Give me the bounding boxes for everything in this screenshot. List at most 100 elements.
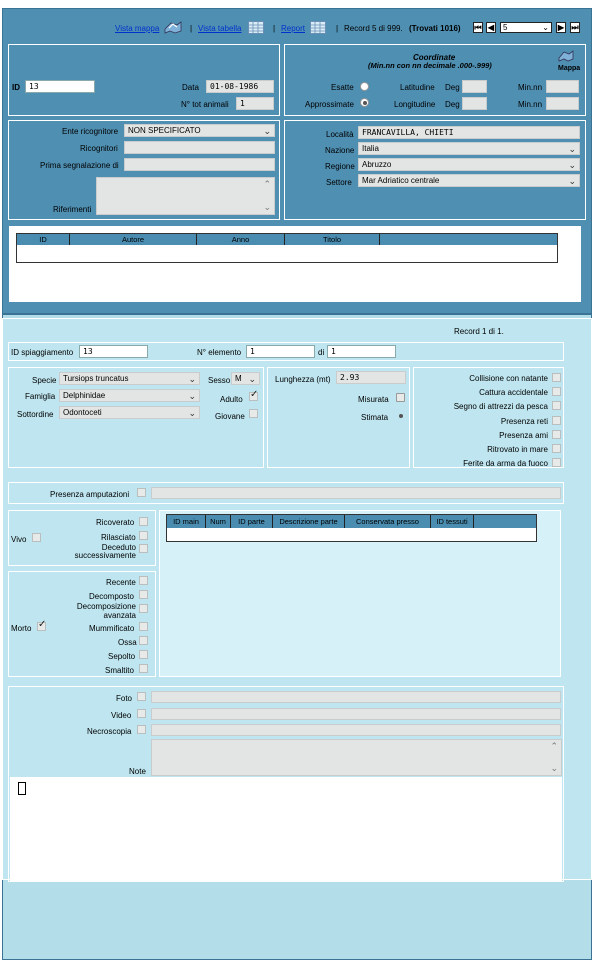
smaltito-checkbox[interactable] <box>139 664 148 673</box>
note-editor[interactable] <box>10 777 562 881</box>
cause-item-checkbox[interactable] <box>552 387 561 397</box>
decomposizione-avanzata-checkbox[interactable] <box>139 604 148 613</box>
latitudine-min-input[interactable] <box>546 80 579 93</box>
first-record-button[interactable]: ⏮ <box>473 22 483 33</box>
scroll-up-icon[interactable]: ⌃ <box>263 179 271 190</box>
cause-item-label: Ritrovato in mare <box>487 445 548 454</box>
ricoverato-checkbox[interactable] <box>139 517 148 526</box>
ricognitori-input[interactable] <box>124 141 275 154</box>
next-record-button[interactable]: ▶ <box>556 22 566 33</box>
scroll-down-icon[interactable]: ⌄ <box>263 202 271 213</box>
mummificato-checkbox[interactable] <box>139 622 148 631</box>
toolbar: Vista mappa | Vista tabella | Report | R… <box>0 18 598 38</box>
famiglia-select[interactable]: Delphinidae ⌄ <box>59 389 200 402</box>
table-icon[interactable] <box>248 21 264 34</box>
chevron-down-icon: ⌄ <box>568 176 576 186</box>
misurata-radio[interactable] <box>396 393 405 402</box>
regione-select[interactable]: Abruzzo ⌄ <box>358 158 580 171</box>
necroscopia-label: Necroscopia <box>87 727 132 736</box>
n-elemento-input[interactable]: 1 <box>246 345 315 358</box>
longitudine-min-input[interactable] <box>546 97 579 110</box>
specie-select[interactable]: Tursiops truncatus ⌄ <box>59 372 200 385</box>
lunghezza-input[interactable]: 2.93 <box>336 371 406 384</box>
necroscopia-input[interactable] <box>151 724 561 736</box>
id-input[interactable]: 13 <box>25 80 95 93</box>
mummificato-label: Mummificato <box>89 624 135 633</box>
ossa-checkbox[interactable] <box>139 636 148 645</box>
necroscopia-checkbox[interactable] <box>137 725 146 734</box>
esatte-radio[interactable] <box>360 82 369 91</box>
cause-item-checkbox[interactable] <box>552 429 561 439</box>
foto-input[interactable] <box>151 691 561 703</box>
riferimenti-textarea[interactable]: ⌃ ⌄ <box>96 177 275 215</box>
col-header-num[interactable]: Num <box>206 515 231 528</box>
data-input[interactable]: 01-08-1986 <box>206 80 274 93</box>
adulto-checkbox[interactable] <box>249 389 258 401</box>
ntot-animali-input[interactable]: 1 <box>236 97 274 110</box>
approssimate-label: Approssimate <box>305 100 354 109</box>
cause-item-label: Collisione con natante <box>469 374 548 383</box>
amputazioni-checkbox[interactable] <box>137 488 146 497</box>
di-input[interactable]: 1 <box>327 345 396 358</box>
cause-item-checkbox[interactable] <box>552 373 561 382</box>
col-header-conservata-presso[interactable]: Conservata presso <box>345 515 431 528</box>
col-header-id-main[interactable]: ID main <box>167 515 206 528</box>
record-select[interactable]: 5 ⌄ <box>500 22 552 33</box>
cause-item-label: Cattura accidentale <box>479 388 548 398</box>
scroll-down-icon[interactable]: ⌄ <box>550 763 558 774</box>
chevron-down-icon: ⌄ <box>188 391 196 401</box>
morto-checkbox[interactable] <box>37 619 46 631</box>
vista-tabella-link[interactable]: Vista tabella <box>198 24 241 33</box>
localita-input[interactable]: FRANCAVILLA, CHIETI <box>358 126 580 139</box>
col-header-id-parte[interactable]: ID parte <box>231 515 273 528</box>
foto-checkbox[interactable] <box>137 692 146 701</box>
cause-item-checkbox[interactable] <box>552 444 561 453</box>
col-header-titolo[interactable]: Titolo <box>285 234 380 245</box>
giovane-checkbox[interactable] <box>249 409 258 418</box>
ossa-label: Ossa <box>118 638 137 647</box>
report-link[interactable]: Report <box>281 24 305 33</box>
sesso-select[interactable]: M ⌄ <box>231 372 260 385</box>
prima-segnalazione-input[interactable] <box>124 158 275 171</box>
sottordine-select[interactable]: Odontoceti ⌄ <box>59 406 200 419</box>
col-header-id[interactable]: ID <box>17 234 70 245</box>
col-header-autore[interactable]: Autore <box>70 234 197 245</box>
video-checkbox[interactable] <box>137 709 146 718</box>
settore-select[interactable]: Mar Adriatico centrale ⌄ <box>358 174 580 187</box>
cause-item-checkbox[interactable] <box>552 401 561 411</box>
sepolto-checkbox[interactable] <box>139 650 148 659</box>
amputazioni-input[interactable] <box>151 487 561 499</box>
scroll-up-icon[interactable]: ⌃ <box>550 741 558 752</box>
rilasciato-checkbox[interactable] <box>139 531 148 540</box>
col-header-anno[interactable]: Anno <box>197 234 285 245</box>
id-spiaggiamento-input[interactable]: 13 <box>79 345 148 358</box>
nazione-select[interactable]: Italia ⌄ <box>358 142 580 155</box>
deceduto-checkbox[interactable] <box>139 544 148 553</box>
stimata-radio[interactable] <box>396 411 405 420</box>
map-icon[interactable] <box>163 19 183 35</box>
longitudine-deg-input[interactable] <box>462 97 487 110</box>
cause-item-checkbox[interactable] <box>552 415 561 425</box>
decomposto-checkbox[interactable] <box>139 590 148 599</box>
last-record-button[interactable]: ⏭ <box>570 22 580 33</box>
trovati-count: (Trovati 1016) <box>409 24 461 33</box>
mappa-icon[interactable] <box>558 49 574 63</box>
specie-label: Specie <box>32 376 57 385</box>
report-icon[interactable] <box>310 21 326 34</box>
recente-checkbox[interactable] <box>139 576 148 585</box>
ente-ricognitore-select[interactable]: NON SPECIFICATO ⌄ <box>124 124 275 137</box>
cause-item-checkbox[interactable] <box>552 458 561 468</box>
ente-ricognitore-value: NON SPECIFICATO <box>128 126 201 135</box>
latitudine-deg-input[interactable] <box>462 80 487 93</box>
vivo-checkbox[interactable] <box>32 533 41 542</box>
giovane-label: Giovane <box>215 412 245 421</box>
vista-mappa-link[interactable]: Vista mappa <box>115 24 159 33</box>
previous-record-button[interactable]: ◀ <box>486 22 496 33</box>
riferimenti-label: Riferimenti <box>53 205 92 214</box>
col-header-descrizione-parte[interactable]: Descrizione parte <box>273 515 345 528</box>
video-input[interactable] <box>151 708 561 720</box>
col-header-id-tessuti[interactable]: ID tessuti <box>431 515 474 528</box>
deceduto-label: Deceduto successivamente <box>74 543 136 560</box>
approssimate-radio[interactable] <box>360 98 369 107</box>
note-textarea[interactable]: ⌃ ⌄ <box>151 739 562 776</box>
